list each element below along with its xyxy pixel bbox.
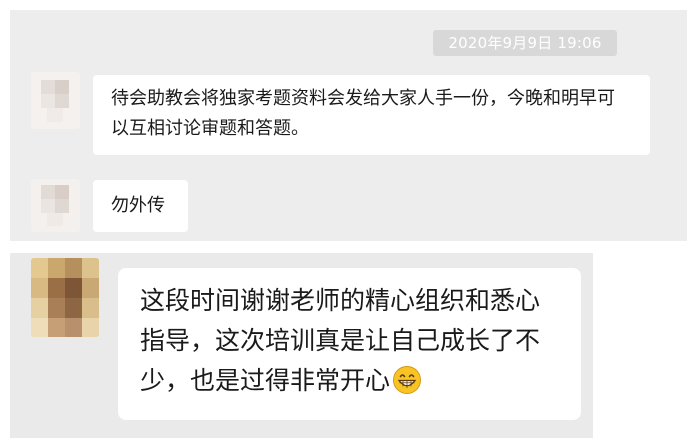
message-bubble: 这段时间谢谢老师的精心组织和悉心指导，这次培训真是让自己成长了不少，也是过得非常…	[118, 268, 581, 420]
avatar[interactable]	[31, 258, 99, 337]
blurred-avatar-icon	[31, 179, 80, 232]
avatar[interactable]	[31, 72, 80, 129]
message-text: 这段时间谢谢老师的精心组织和悉心指导，这次培训真是让自己成长了不少，也是过得非常…	[140, 286, 541, 395]
message-bubble: 待会助教会将独家考题资料会发给大家人手一份，今晚和明早可以互相讨论审题和答题。	[93, 75, 650, 155]
blurred-avatar-icon	[31, 258, 99, 337]
message-bubble: 勿外传	[93, 180, 188, 232]
message-timestamp: 2020年9月9日 19:06	[433, 30, 617, 56]
avatar[interactable]	[31, 179, 80, 232]
blurred-avatar-icon	[31, 72, 80, 129]
grinning-face-emoji-icon	[392, 365, 422, 395]
